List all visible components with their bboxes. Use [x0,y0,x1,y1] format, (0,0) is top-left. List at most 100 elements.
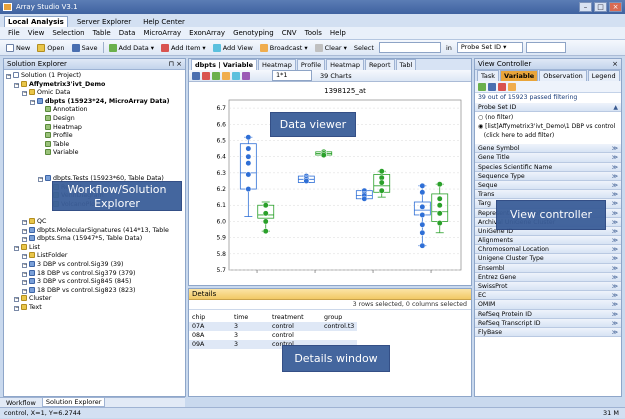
data-point[interactable] [378,179,385,186]
tab-observation[interactable]: Observation [539,70,587,81]
expand-icon[interactable]: − [22,254,27,260]
menu-selection[interactable]: Selection [52,29,84,37]
tree-item[interactable]: − Omic Data [6,89,183,98]
data-point[interactable] [245,134,252,141]
menu-table[interactable]: Table [93,29,111,37]
tree-item[interactable]: − dbpts.MolecularSignatures (414*13, Tabl… [6,226,183,236]
data-point[interactable] [262,202,269,209]
data-point[interactable] [378,187,385,194]
filter-option[interactable]: ◉ [list]Affymetrix3'ivt_Demo\1 DBP vs co… [478,122,618,131]
pin-icon[interactable]: ⊓ × [168,59,182,70]
expand-icon[interactable]: − [22,228,27,234]
export-icon[interactable] [232,71,240,80]
data-point[interactable] [419,212,426,218]
tab-help-center[interactable]: Help Center [140,17,188,27]
tree-item[interactable]: −Table [6,140,183,150]
data-point[interactable] [419,203,426,210]
probe-set-id-row[interactable]: Probe Set ID ▲ [475,103,621,113]
tree-item[interactable]: − dbpts.Sma (15947*5, Table Data) [6,235,183,244]
field-row[interactable]: Ensembl ≫ [475,263,621,273]
tree-item[interactable]: −Variable [6,149,183,158]
properties-icon[interactable] [242,71,250,80]
data-point[interactable] [419,189,426,196]
save-button[interactable]: Save [70,43,100,52]
menu-cnv[interactable]: CNV [282,29,297,37]
open-button[interactable]: Open [35,43,66,52]
field-row[interactable]: RefSeq Protein ID ≫ [475,309,621,319]
data-point[interactable] [419,229,426,236]
menu-file[interactable]: File [8,29,20,37]
tree-item[interactable]: − ListFolder [6,252,183,261]
tree-item[interactable] [6,167,183,176]
column-header[interactable]: treatment [269,313,321,322]
select-button[interactable]: Select [352,44,376,52]
field-row[interactable]: SwissProt ≫ [475,282,621,292]
expand-icon[interactable]: − [22,237,27,243]
data-point[interactable] [436,181,443,188]
doc-tab-table[interactable]: Tabl [395,59,417,70]
data-point[interactable] [245,145,252,152]
list-icon[interactable] [508,82,516,91]
field-row[interactable]: Alignments ≫ [475,236,621,246]
field-row[interactable]: Chromosomal Location ≫ [475,245,621,255]
doc-tab-variable[interactable]: dbpts | Variable [191,59,258,70]
field-row[interactable]: Trans ≫ [475,190,621,200]
expand-icon[interactable]: − [6,74,11,79]
field-row[interactable]: Unigene Cluster Type ≫ [475,254,621,264]
tree-item[interactable]: − dbpts (15923*24, MicroArray Data) [6,97,183,107]
doc-tab-heatmap[interactable]: Heatmap [258,59,296,70]
data-point[interactable] [419,242,426,249]
tab-task[interactable]: Task [477,70,500,81]
tab-server-explorer[interactable]: Server Explorer [74,17,134,27]
expand-icon[interactable]: − [22,220,27,226]
search-combo[interactable] [525,42,566,53]
data-point[interactable] [245,171,252,178]
filter-option[interactable]: (click here to add filter) [478,131,618,140]
add-item-button[interactable]: Add Item ▾ [159,43,208,52]
column-header[interactable]: group [321,313,357,322]
menu-genotyping[interactable]: Genotyping [233,29,274,37]
data-point[interactable] [436,195,443,202]
expand-icon[interactable]: − [14,297,19,303]
tab-solution-explorer[interactable]: Solution Explorer [41,398,106,407]
chart-type-icon[interactable] [212,71,220,80]
remove-filter-icon[interactable] [498,82,506,91]
tree-item[interactable]: − 18 DBP vs control.Sig379 (379) [6,269,183,279]
field-row[interactable]: EC ≫ [475,291,621,301]
expand-icon[interactable]: − [14,306,19,312]
tree-item[interactable]: − 3 DBP vs control.Sig845 (845) [6,278,183,287]
table-row[interactable]: 07A 3 control control.t3 [189,322,358,331]
menu-data[interactable]: Data [119,29,136,37]
tree-item[interactable]: −Profile [6,132,183,141]
minimize-button[interactable]: – [579,2,592,12]
zoom-icon[interactable] [192,71,200,80]
add-data-button[interactable]: Add Data ▾ [107,43,156,52]
tab-workflow[interactable]: Workflow [3,399,39,407]
tree-item[interactable]: − 3 DBP vs control.Sig39 (39) [6,261,183,270]
data-point[interactable] [245,160,252,167]
table-row[interactable]: 08A 3 control [189,331,357,340]
data-point[interactable] [262,218,269,225]
tab-variable[interactable]: Variable [500,70,539,81]
expand-icon[interactable]: − [22,271,27,277]
tree-item[interactable]: − Affymetrix3'ivt_Demo [6,80,183,90]
data-point[interactable] [378,168,385,175]
data-point[interactable] [303,178,310,184]
broadcast-button[interactable]: Broadcast ▾ [258,43,310,52]
data-point[interactable] [361,195,368,202]
data-point[interactable] [378,174,385,181]
expand-icon[interactable]: − [38,177,43,183]
select-tool-icon[interactable] [202,71,210,80]
probe-set-select[interactable]: Probe Set ID ▾ [456,42,523,53]
expand-icon[interactable]: − [22,91,27,97]
menu-tools[interactable]: Tools [305,29,322,37]
menu-exonarray[interactable]: ExonArray [189,29,225,37]
data-point[interactable] [262,228,269,235]
tree-item[interactable]: − List [6,243,183,253]
doc-tab-report[interactable]: Report [364,59,395,70]
tree-item[interactable]: −Heatmap [6,123,183,133]
tree-item[interactable]: − Solution (1 Project) [6,72,183,81]
field-row[interactable]: Gene Symbol ≫ [475,144,621,154]
add-view-button[interactable]: Add View [211,43,255,52]
color-icon[interactable] [222,71,230,80]
